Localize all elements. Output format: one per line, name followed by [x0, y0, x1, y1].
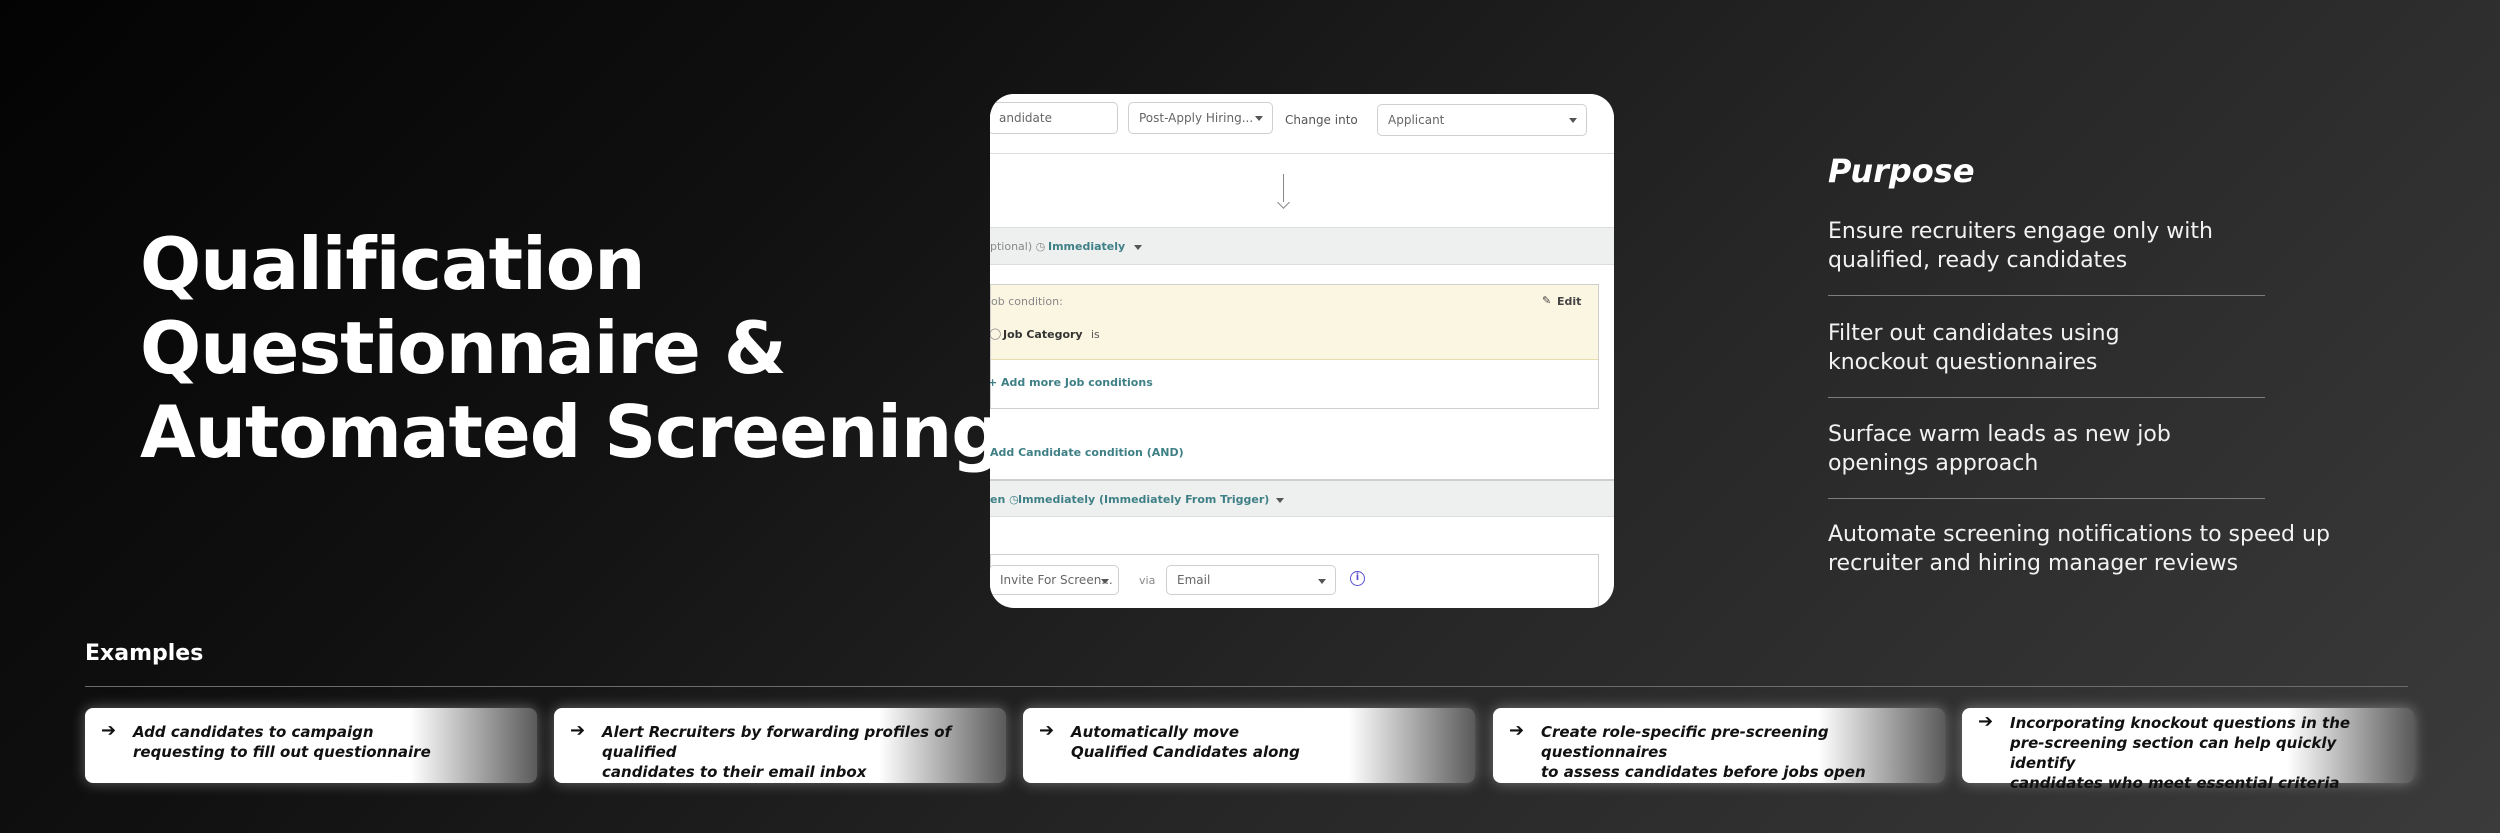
add-candidate-condition-link[interactable]: Add Candidate condition (AND) [990, 446, 1184, 459]
via-label: via [1139, 574, 1156, 587]
timing-prefix-1: ptional) ◷ [990, 240, 1046, 253]
action-select[interactable]: Invite For Screen... [990, 565, 1119, 595]
page-title: Qualification Questionnaire & Automated … [140, 222, 1003, 474]
arrow-right-icon: ➔ [1978, 711, 1994, 732]
arrow-right-icon: ➔ [1509, 720, 1525, 741]
info-icon[interactable]: i [1350, 571, 1365, 586]
condition-label: ob condition: [991, 295, 1063, 308]
example-text: Incorporating knockout questions in the … [2010, 714, 2351, 792]
pencil-icon: ✎ [1542, 294, 1552, 307]
purpose-heading: Purpose [1828, 152, 1975, 190]
purpose-item: Filter out candidates using knockout que… [1828, 319, 2265, 398]
chevron-down-icon [1255, 116, 1263, 121]
example-card: ➔ Alert Recruiters by forwarding profile… [554, 708, 1006, 783]
example-text: Create role-specific pre-screening quest… [1541, 723, 1866, 781]
workflow-screenshot: andidate Post-Apply Hiring... Change int… [990, 94, 1614, 608]
edit-button[interactable]: Edit [1557, 295, 1581, 308]
title-line-1: Qualification [140, 222, 646, 306]
timing-band-2: en ◷ Immediately (Immediately From Trigg… [990, 479, 1614, 517]
status-select-value: Applicant [1388, 113, 1445, 127]
timing-value-2[interactable]: Immediately (Immediately From Trigger) [1018, 493, 1269, 506]
job-category-operator: is [1091, 328, 1100, 341]
example-card: ➔ Create role-specific pre-screening que… [1493, 708, 1945, 783]
chevron-down-icon [1318, 579, 1326, 584]
arrow-right-icon: ➔ [1039, 720, 1055, 741]
change-into-label: Change into [1285, 113, 1358, 127]
status-select[interactable]: Applicant [1377, 104, 1587, 136]
candidate-field[interactable]: andidate [990, 102, 1118, 134]
arrow-down-icon [1277, 196, 1290, 209]
example-text: Automatically move Qualified Candidates … [1071, 723, 1300, 761]
purpose-item: Automate screening notifications to spee… [1828, 522, 2330, 576]
action-row: Invite For Screen... via Email i [990, 554, 1599, 608]
action-select-value: Invite For Screen... [1000, 573, 1113, 587]
job-category-label: Job Category [1003, 328, 1083, 341]
title-line-2: Questionnaire & [140, 306, 787, 390]
add-job-conditions-link[interactable]: + Add more Job conditions [990, 376, 1153, 389]
chevron-down-icon [1276, 498, 1284, 503]
example-text: Add candidates to campaign requesting to… [133, 723, 431, 761]
timing-band-1: ptional) ◷ Immediately [990, 227, 1614, 265]
examples-divider [85, 686, 2408, 687]
chevron-down-icon [1569, 118, 1577, 123]
arrow-right-icon: ➔ [101, 720, 117, 741]
channel-select-value: Email [1177, 573, 1211, 587]
chevron-down-icon [1101, 579, 1109, 584]
job-condition-header: ob condition: ✎ Edit ◯ Job Category is [990, 285, 1598, 360]
chevron-down-icon [1134, 245, 1142, 250]
timing-prefix-2: en ◷ [990, 493, 1019, 506]
example-text: Alert Recruiters by forwarding profiles … [602, 723, 952, 781]
examples-heading: Examples [85, 641, 204, 666]
example-card: ➔ Add candidates to campaign requesting … [85, 708, 537, 783]
trigger-row: andidate Post-Apply Hiring... Change int… [990, 94, 1614, 154]
circle-icon: ◯ [990, 327, 1002, 340]
channel-select[interactable]: Email [1166, 565, 1336, 595]
purpose-item: Ensure recruiters engage only with quali… [1828, 217, 2265, 296]
arrow-right-icon: ➔ [570, 720, 586, 741]
stage-select-value: Post-Apply Hiring... [1139, 111, 1254, 125]
example-card: ➔ Incorporating knockout questions in th… [1962, 708, 2414, 792]
title-line-3: Automated Screening [140, 390, 1003, 474]
purpose-item: Surface warm leads as new job openings a… [1828, 420, 2265, 499]
job-condition-box: ob condition: ✎ Edit ◯ Job Category is +… [990, 284, 1599, 409]
stage-select[interactable]: Post-Apply Hiring... [1128, 102, 1273, 134]
timing-value-1[interactable]: Immediately [1048, 240, 1125, 253]
example-card: ➔ Automatically move Qualified Candidate… [1023, 708, 1475, 783]
